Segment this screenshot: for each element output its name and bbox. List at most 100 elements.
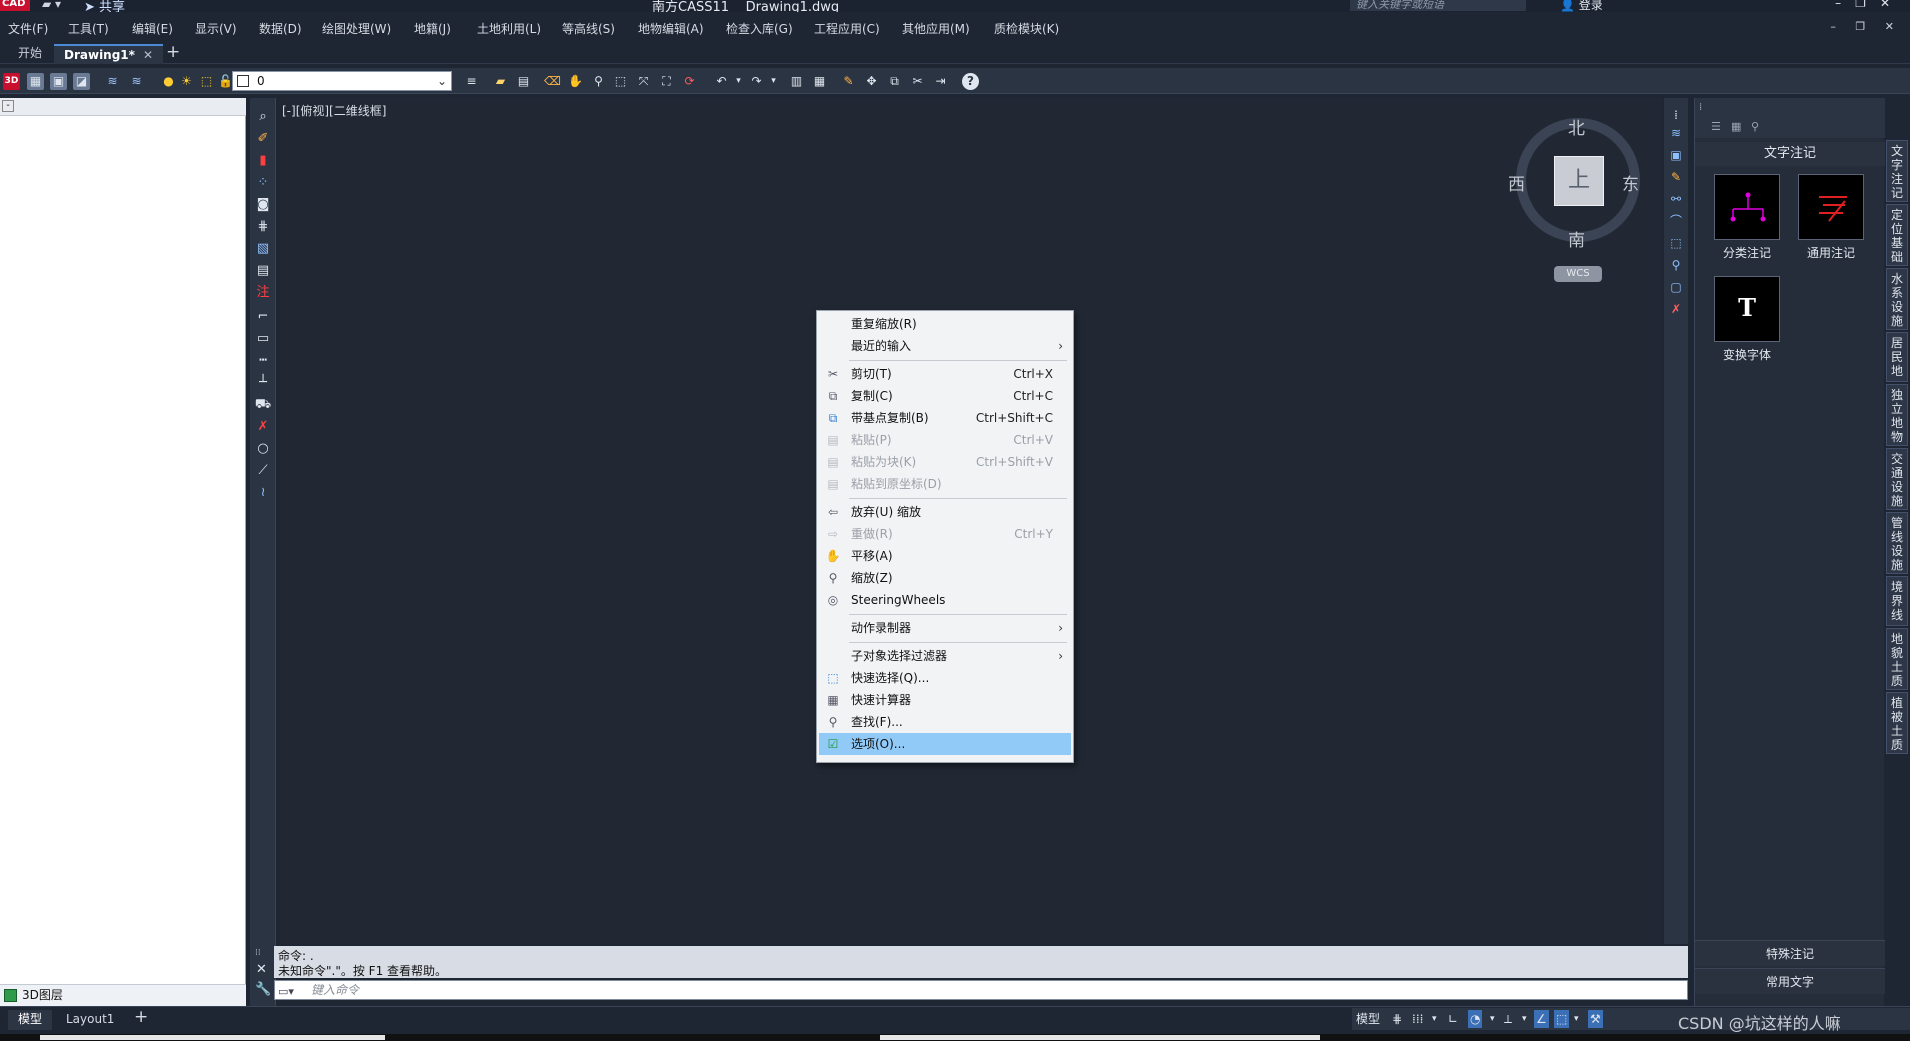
trim-icon[interactable]: ✂ (909, 73, 926, 90)
3d-view-icon[interactable]: 3D (3, 73, 20, 90)
curve-icon[interactable]: ≀ (254, 484, 272, 502)
block-icon[interactable]: ▣ (1667, 146, 1685, 164)
list-view-icon[interactable]: ☰ (1711, 120, 1721, 133)
layer-freeze-icon[interactable]: ☀ (178, 73, 195, 90)
tab-start[interactable]: 开始 (8, 44, 52, 64)
clear-icon[interactable]: ✗ (1667, 300, 1685, 318)
layer-3d-tab[interactable]: 3D图层 (0, 984, 246, 1006)
pan-icon[interactable]: ✋ (567, 73, 584, 90)
delete-icon[interactable]: ✗ (254, 418, 272, 436)
erase-icon[interactable]: ⌫ (544, 73, 561, 90)
edit-icon[interactable]: ✎ (1667, 168, 1685, 186)
vtab-independent[interactable]: 独立地物 (1886, 384, 1908, 446)
layer-state-icon[interactable]: ≋ (128, 73, 145, 90)
app-logo[interactable]: CAD (0, 0, 30, 11)
isodraft-dropdown-icon[interactable]: ▾ (1522, 1010, 1527, 1028)
osnap-dropdown-icon[interactable]: ▾ (1574, 1010, 1579, 1028)
undo-toolbar-icon[interactable]: ↶ (713, 73, 730, 90)
pin-icon[interactable]: ⚲ (1751, 120, 1759, 133)
taskbar-item[interactable] (880, 1035, 1320, 1040)
doc-window-controls[interactable]: – ❐ ✕ (1830, 20, 1902, 33)
new-tab-button[interactable]: + (166, 42, 180, 62)
menu-item-pan[interactable]: ✋ 平移(A) (819, 545, 1071, 567)
list-icon[interactable]: ▥ (788, 73, 805, 90)
vehicle-icon[interactable]: ⛟ (254, 396, 272, 414)
layer-dropdown[interactable]: 0 ⌄ (232, 71, 452, 91)
view-icon[interactable]: ▦ (27, 73, 44, 90)
login-button[interactable]: 👤 登录 (1560, 0, 1603, 12)
menu-item-quick-select[interactable]: ⬚ 快速选择(Q)... (819, 667, 1071, 689)
polyline-icon[interactable]: ⌐ (254, 308, 272, 326)
menu-check[interactable]: 检查入库(G) (726, 20, 793, 37)
window-controls[interactable]: –❐✕ (1835, 0, 1904, 10)
menu-item-copy-base[interactable]: ⧉ 带基点复制(B) Ctrl+Shift+C (819, 407, 1071, 429)
menu-engineering[interactable]: 工程应用(C) (814, 20, 880, 37)
image-icon[interactable]: ▧ (254, 240, 272, 258)
menu-item-paste-block[interactable]: ▤ 粘贴为块(K) Ctrl+Shift+V (819, 451, 1071, 473)
compass-east[interactable]: 东 (1622, 170, 1639, 195)
line-icon[interactable]: ⟋ (254, 462, 272, 480)
close-window-icon[interactable]: ✕ (1880, 0, 1904, 10)
command-input[interactable]: ▭▾ 键入命令 (274, 980, 1688, 1000)
isodraft-toggle-icon[interactable]: ⟂ (1504, 1010, 1512, 1028)
menu-item-find[interactable]: ⚲ 查找(F)... (819, 711, 1071, 733)
edit-pencil-icon[interactable]: ✎ (840, 73, 857, 90)
object-track-toggle-icon[interactable]: ∠ (1534, 1010, 1549, 1028)
zoom-all-icon[interactable]: ⛶ (658, 73, 675, 90)
menu-cadastre[interactable]: 地籍(J) (414, 20, 451, 37)
help-icon[interactable]: ? (962, 73, 979, 90)
quick-access-open-icon[interactable]: ▰ ▾ (42, 0, 61, 11)
calendar-icon[interactable]: ▤ (254, 262, 272, 280)
viewcube-top-face[interactable]: 上 (1554, 156, 1604, 206)
zoom-extents-icon[interactable]: ⤧ (635, 73, 652, 90)
viewport-label[interactable]: [-][俯视][二维线框] (282, 102, 386, 119)
menu-item-quick-calc[interactable]: ▦ 快速计算器 (819, 689, 1071, 711)
select-window-icon[interactable]: ⬚ (1667, 234, 1685, 252)
close-tab-icon[interactable]: ✕ (143, 48, 153, 62)
zoom-realtime-icon[interactable]: ⚲ (590, 73, 607, 90)
menu-item-zoom[interactable]: ⚲ 缩放(Z) (819, 567, 1071, 589)
add-layout-button[interactable]: + (134, 1007, 148, 1027)
menu-feature-edit[interactable]: 地物编辑(A) (638, 20, 704, 37)
menu-item-undo[interactable]: ⇦ 放弃(U) 缩放 (819, 501, 1071, 523)
rectangle-icon[interactable]: ▭ (254, 330, 272, 348)
grid-icon[interactable]: ⋕ (254, 218, 272, 236)
shade-icon[interactable]: ◪ (73, 73, 90, 90)
compass-south[interactable]: 南 (1568, 226, 1585, 251)
menu-quality[interactable]: 质检模块(K) (994, 20, 1059, 37)
vtab-water[interactable]: 水系设施 (1886, 268, 1908, 330)
text-red-icon[interactable]: 注 (254, 284, 272, 302)
link-icon[interactable]: ⚯ (1667, 190, 1685, 208)
eraser-icon[interactable]: ✐ (254, 130, 272, 148)
menu-drawing[interactable]: 绘图处理(W) (322, 20, 391, 37)
command-prompt-icon[interactable]: ▭▾ (278, 983, 294, 1001)
vtab-pipeline[interactable]: 管线设施 (1886, 512, 1908, 574)
vtab-text-note[interactable]: 文字注记 (1886, 140, 1908, 202)
menu-file[interactable]: 文件(F) (8, 20, 48, 37)
properties-icon[interactable]: ≡ (463, 73, 480, 90)
redraw-icon[interactable]: ⟳ (681, 73, 698, 90)
menu-item-repeat-zoom[interactable]: 重复缩放(R) (819, 313, 1071, 335)
palette-section-special[interactable]: 特殊注记 (1695, 940, 1885, 966)
redo-dropdown-icon[interactable]: ▾ (765, 73, 782, 90)
group-icon[interactable]: ⧉ (886, 73, 903, 90)
share-button[interactable]: ➤ 共享 (84, 0, 125, 12)
redo-toolbar-icon[interactable]: ↷ (748, 73, 765, 90)
menu-landuse[interactable]: 土地利用(L) (477, 20, 541, 37)
menu-item-copy[interactable]: ⧉ 复制(C) Ctrl+C (819, 385, 1071, 407)
menu-edit[interactable]: 编辑(E) (132, 20, 173, 37)
vtab-residential[interactable]: 居民地 (1886, 332, 1908, 382)
camera-icon[interactable]: ◙ (254, 196, 272, 214)
customize-wrench-icon[interactable]: 🔧 (255, 982, 271, 997)
table-icon[interactable]: ▦ (811, 73, 828, 90)
layer-manager-icon[interactable]: ≋ (104, 73, 121, 90)
layers-icon[interactable]: ≋ (1667, 124, 1685, 142)
layer-on-icon[interactable]: ● (160, 73, 177, 90)
menu-item-options[interactable]: ☑ 选项(O)... (819, 733, 1071, 755)
vtab-traffic[interactable]: 交通设施 (1886, 448, 1908, 510)
layer-viewport-icon[interactable]: ⬚ (198, 73, 215, 90)
vtab-landform[interactable]: 地貌土质 (1886, 628, 1908, 690)
magnify-icon[interactable]: ⚲ (1667, 256, 1685, 274)
menu-item-paste[interactable]: ▤ 粘贴(P) Ctrl+V (819, 429, 1071, 451)
osnap-toggle-icon[interactable]: ⬚ (1554, 1010, 1570, 1028)
